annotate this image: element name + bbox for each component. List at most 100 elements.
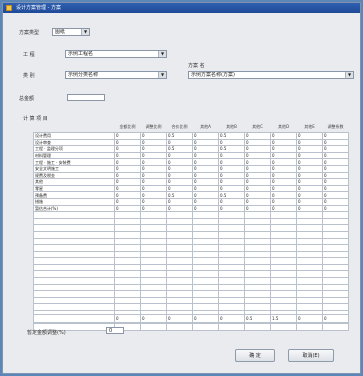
- value-cell[interactable]: 0: [296, 158, 323, 166]
- value-cell[interactable]: 0.5: [166, 132, 193, 140]
- value-cell[interactable]: [166, 257, 193, 265]
- value-cell[interactable]: [322, 211, 349, 219]
- item-name-cell[interactable]: [33, 230, 115, 239]
- value-cell[interactable]: [296, 211, 323, 219]
- value-cell[interactable]: 0: [218, 184, 245, 193]
- value-cell[interactable]: [166, 224, 193, 232]
- value-cell[interactable]: [296, 323, 323, 331]
- value-cell[interactable]: [114, 230, 141, 239]
- value-cell[interactable]: 0: [322, 151, 349, 160]
- value-cell[interactable]: 0: [322, 197, 349, 206]
- value-cell[interactable]: [140, 283, 167, 292]
- item-name-cell[interactable]: [33, 296, 115, 305]
- item-name-cell[interactable]: [33, 270, 115, 279]
- value-cell[interactable]: 0: [140, 132, 167, 140]
- value-cell[interactable]: 0: [192, 151, 219, 160]
- item-name-cell[interactable]: 设计审查: [33, 138, 115, 147]
- value-cell[interactable]: [244, 250, 271, 259]
- value-cell[interactable]: [270, 277, 297, 285]
- value-cell[interactable]: 0: [244, 191, 271, 199]
- value-cell[interactable]: 0: [296, 191, 323, 199]
- value-cell[interactable]: [140, 323, 167, 331]
- value-cell[interactable]: 0: [114, 138, 141, 147]
- value-cell[interactable]: 0: [270, 171, 297, 180]
- value-cell[interactable]: [114, 244, 141, 252]
- value-cell[interactable]: 0: [270, 184, 297, 193]
- value-cell[interactable]: 0.5: [166, 191, 193, 199]
- value-cell[interactable]: [218, 270, 245, 279]
- value-cell[interactable]: [296, 290, 323, 298]
- value-cell[interactable]: [296, 244, 323, 252]
- value-cell[interactable]: [322, 230, 349, 239]
- item-name-cell[interactable]: [33, 263, 115, 272]
- value-cell[interactable]: 0: [192, 197, 219, 206]
- value-cell[interactable]: [244, 277, 271, 285]
- value-cell[interactable]: [270, 244, 297, 252]
- value-cell[interactable]: [322, 237, 349, 246]
- value-cell[interactable]: [322, 323, 349, 331]
- value-cell[interactable]: 0: [270, 204, 297, 213]
- value-cell[interactable]: [244, 323, 271, 331]
- value-cell[interactable]: [140, 217, 167, 226]
- item-name-cell[interactable]: 规费及税金: [33, 171, 115, 180]
- item-name-cell[interactable]: 工程 · 施工 · 安装费: [33, 158, 115, 166]
- value-cell[interactable]: 0: [322, 158, 349, 166]
- scheme-select[interactable]: 示例方案名称(方案) ▼: [188, 71, 354, 79]
- item-name-cell[interactable]: 其他: [33, 178, 115, 186]
- value-cell[interactable]: 0.5: [218, 191, 245, 199]
- value-cell[interactable]: 0: [244, 171, 271, 180]
- item-name-cell[interactable]: 措施: [33, 197, 115, 206]
- value-cell[interactable]: 0: [244, 138, 271, 147]
- value-cell[interactable]: [166, 290, 193, 298]
- value-cell[interactable]: [114, 290, 141, 298]
- item-name-cell[interactable]: [33, 283, 115, 292]
- value-cell[interactable]: [114, 303, 141, 312]
- value-cell[interactable]: [140, 244, 167, 252]
- value-cell[interactable]: [166, 303, 193, 312]
- value-cell[interactable]: 0: [114, 197, 141, 206]
- value-cell[interactable]: [322, 257, 349, 265]
- value-cell[interactable]: [244, 270, 271, 279]
- value-cell[interactable]: 0: [166, 151, 193, 160]
- value-cell[interactable]: [140, 263, 167, 272]
- value-cell[interactable]: [140, 250, 167, 259]
- value-cell[interactable]: [218, 244, 245, 252]
- value-cell[interactable]: [322, 296, 349, 305]
- value-cell[interactable]: 0: [244, 164, 271, 173]
- value-cell[interactable]: [218, 237, 245, 246]
- value-cell[interactable]: 0: [140, 145, 167, 153]
- value-cell[interactable]: [218, 277, 245, 285]
- value-cell[interactable]: [244, 237, 271, 246]
- value-cell[interactable]: 0: [270, 197, 297, 206]
- value-cell[interactable]: [322, 244, 349, 252]
- item-name-cell[interactable]: [33, 224, 115, 232]
- item-name-cell[interactable]: [33, 303, 115, 312]
- value-cell[interactable]: [322, 303, 349, 312]
- value-cell[interactable]: [166, 277, 193, 285]
- value-cell[interactable]: [270, 211, 297, 219]
- value-cell[interactable]: [114, 224, 141, 232]
- project-select[interactable]: 示例工程名 ▼: [65, 50, 167, 58]
- item-name-cell[interactable]: [33, 250, 115, 259]
- value-cell[interactable]: [270, 257, 297, 265]
- value-cell[interactable]: [114, 296, 141, 305]
- value-cell[interactable]: [218, 283, 245, 292]
- value-cell[interactable]: [218, 230, 245, 239]
- value-cell[interactable]: [192, 237, 219, 246]
- value-cell[interactable]: [270, 323, 297, 331]
- value-cell[interactable]: 0: [322, 184, 349, 193]
- item-name-cell[interactable]: [33, 277, 115, 285]
- value-cell[interactable]: [244, 257, 271, 265]
- value-cell[interactable]: [322, 217, 349, 226]
- value-cell[interactable]: 0: [322, 138, 349, 147]
- value-cell[interactable]: [114, 211, 141, 219]
- value-cell[interactable]: [218, 323, 245, 331]
- value-cell[interactable]: 0: [192, 184, 219, 193]
- value-cell[interactable]: 0: [270, 158, 297, 166]
- value-cell[interactable]: 0: [322, 191, 349, 199]
- value-cell[interactable]: [244, 230, 271, 239]
- value-cell[interactable]: [270, 290, 297, 298]
- value-cell[interactable]: [296, 237, 323, 246]
- value-cell[interactable]: [192, 303, 219, 312]
- value-cell[interactable]: [140, 211, 167, 219]
